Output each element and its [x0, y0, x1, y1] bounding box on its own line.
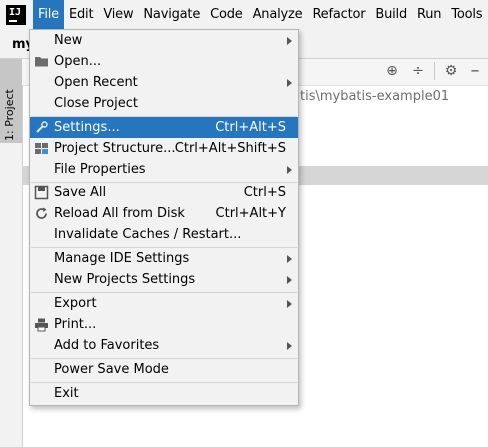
project-tool-tab[interactable]: 1: Project: [0, 59, 22, 143]
project-path-text: tis\mybatis-example01: [300, 89, 450, 104]
printer-icon: [35, 318, 48, 332]
intellij-logo-icon: IJ: [6, 5, 26, 25]
collapse-all-icon[interactable]: ÷: [410, 63, 426, 79]
menu-view[interactable]: View: [98, 0, 138, 30]
menu-item-reload[interactable]: Reload All from Disk Ctrl+Alt+Y: [30, 203, 298, 224]
save-all-shortcut: Ctrl+S: [243, 185, 286, 200]
menu-item-manage-ide-settings[interactable]: Manage IDE Settings: [30, 248, 298, 269]
gear-icon[interactable]: ⚙: [443, 63, 459, 79]
submenu-arrow-icon: [287, 276, 292, 284]
settings-shortcut: Ctrl+Alt+S: [215, 120, 286, 135]
folder-icon: [35, 57, 48, 67]
wrench-icon: [36, 121, 48, 133]
menu-item-add-to-favorites[interactable]: Add to Favorites: [30, 335, 298, 356]
menu-item-exit[interactable]: Exit: [30, 383, 298, 404]
project-tool-tab-label: 1: Project: [3, 89, 16, 141]
menu-run[interactable]: Run: [412, 0, 446, 30]
menu-item-open[interactable]: Open...: [30, 51, 298, 72]
submenu-arrow-icon: [287, 37, 292, 45]
menu-item-invalidate-caches[interactable]: Invalidate Caches / Restart...: [30, 224, 298, 245]
menu-item-print[interactable]: Print...: [30, 314, 298, 335]
refresh-icon: [36, 207, 47, 219]
menu-item-file-properties[interactable]: File Properties: [30, 159, 298, 180]
left-tool-strip: 1: Project: [0, 59, 23, 447]
project-structure-icon: [35, 143, 48, 154]
save-icon: [34, 185, 49, 200]
submenu-arrow-icon: [287, 342, 292, 350]
project-structure-shortcut: Ctrl+Alt+Shift+S: [174, 141, 286, 156]
menu-item-new-projects-settings[interactable]: New Projects Settings: [30, 269, 298, 290]
menu-item-save-all[interactable]: Save All Ctrl+S: [30, 182, 298, 203]
reload-shortcut: Ctrl+Alt+Y: [215, 206, 286, 221]
menu-file[interactable]: File: [33, 0, 64, 30]
menu-item-open-recent[interactable]: Open Recent: [30, 72, 298, 93]
menu-build[interactable]: Build: [370, 0, 412, 30]
menu-edit[interactable]: Edit: [64, 0, 98, 30]
submenu-arrow-icon: [287, 255, 292, 263]
menu-item-export[interactable]: Export: [30, 293, 298, 314]
submenu-arrow-icon: [287, 300, 292, 308]
menu-item-close-project[interactable]: Close Project: [30, 93, 298, 114]
menu-navigate[interactable]: Navigate: [138, 0, 205, 30]
locate-icon[interactable]: ⊕: [384, 63, 400, 79]
menu-bar: IJ File Edit View Navigate Code Analyze …: [0, 0, 488, 30]
toolbar-divider: [434, 62, 435, 80]
menu-refactor[interactable]: Refactor: [307, 0, 370, 30]
menu-item-project-structure[interactable]: Project Structure... Ctrl+Alt+Shift+S: [30, 138, 298, 159]
menu-item-power-save-mode[interactable]: Power Save Mode: [30, 359, 298, 380]
menu-analyze[interactable]: Analyze: [248, 0, 308, 30]
menu-item-new[interactable]: New: [30, 30, 298, 51]
menu-item-settings[interactable]: Settings... Ctrl+Alt+S: [30, 117, 298, 138]
menu-tools[interactable]: Tools: [446, 0, 487, 30]
menu-code[interactable]: Code: [205, 0, 247, 30]
file-menu-dropdown: New Open... Open Recent Close Project Se…: [29, 29, 299, 406]
submenu-arrow-icon: [287, 166, 292, 174]
minimize-icon[interactable]: –: [467, 62, 483, 80]
submenu-arrow-icon: [287, 79, 292, 87]
